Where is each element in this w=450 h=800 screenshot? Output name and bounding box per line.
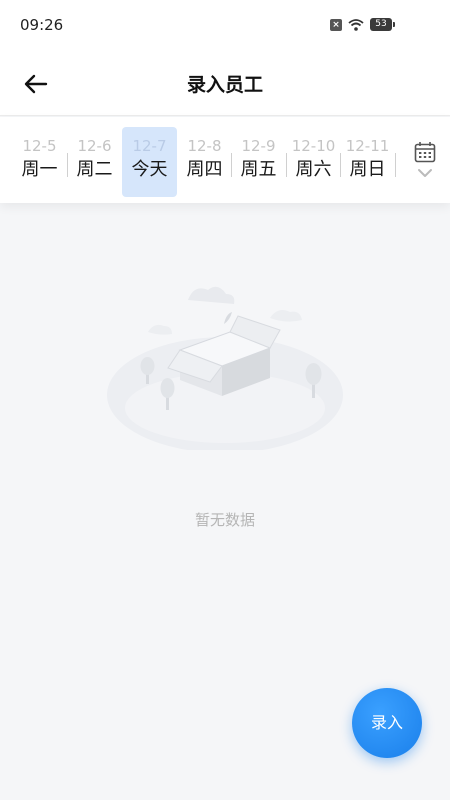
day-weekday: 周日 <box>349 159 386 180</box>
day-weekday: 周二 <box>76 159 113 180</box>
page-title: 录入员工 <box>186 74 263 96</box>
day-weekday: 周六 <box>295 159 332 180</box>
day-date: 12-11 <box>345 137 390 155</box>
notification-icon: × <box>330 18 342 31</box>
empty-box-illustration <box>100 270 350 453</box>
day-date: 12-9 <box>241 137 276 155</box>
chevron-down-icon <box>418 169 432 177</box>
day-item[interactable]: 12-11 周日 <box>340 127 395 197</box>
day-divider <box>395 153 396 177</box>
day-date: 12-5 <box>22 137 57 155</box>
status-bar: 09:26 × 53 <box>0 0 450 52</box>
day-weekday: 周一 <box>21 159 58 180</box>
day-weekday: 周五 <box>240 159 277 180</box>
day-item[interactable]: 12-6 周二 <box>67 127 122 197</box>
day-date: 12-6 <box>77 137 112 155</box>
calendar-button[interactable] <box>410 141 440 185</box>
day-weekday: 周四 <box>186 159 223 180</box>
status-icons: × 53 <box>330 18 395 31</box>
day-item[interactable]: 12-8 周四 <box>177 127 232 197</box>
day-date: 12-10 <box>291 137 336 155</box>
day-weekday: 今天 <box>131 159 168 180</box>
date-strip: 12-5 周一 12-6 周二 12-7 今天 12-8 周四 12-9 周五 … <box>0 117 450 203</box>
calendar-icon <box>414 142 436 163</box>
day-item-selected[interactable]: 12-7 今天 <box>122 127 177 197</box>
battery-icon: 53 <box>370 18 395 31</box>
day-item[interactable]: 12-5 周一 <box>12 127 67 197</box>
empty-state-text: 暂无数据 <box>194 511 255 529</box>
app-header: 录入员工 <box>0 52 450 116</box>
add-employee-button[interactable]: 录入 <box>352 688 422 758</box>
wifi-icon <box>348 18 364 31</box>
day-date: 12-7 <box>132 137 167 155</box>
day-date: 12-8 <box>187 137 222 155</box>
day-item[interactable]: 12-10 周六 <box>286 127 341 197</box>
status-time: 09:26 <box>20 16 64 34</box>
day-item[interactable]: 12-9 周五 <box>231 127 286 197</box>
